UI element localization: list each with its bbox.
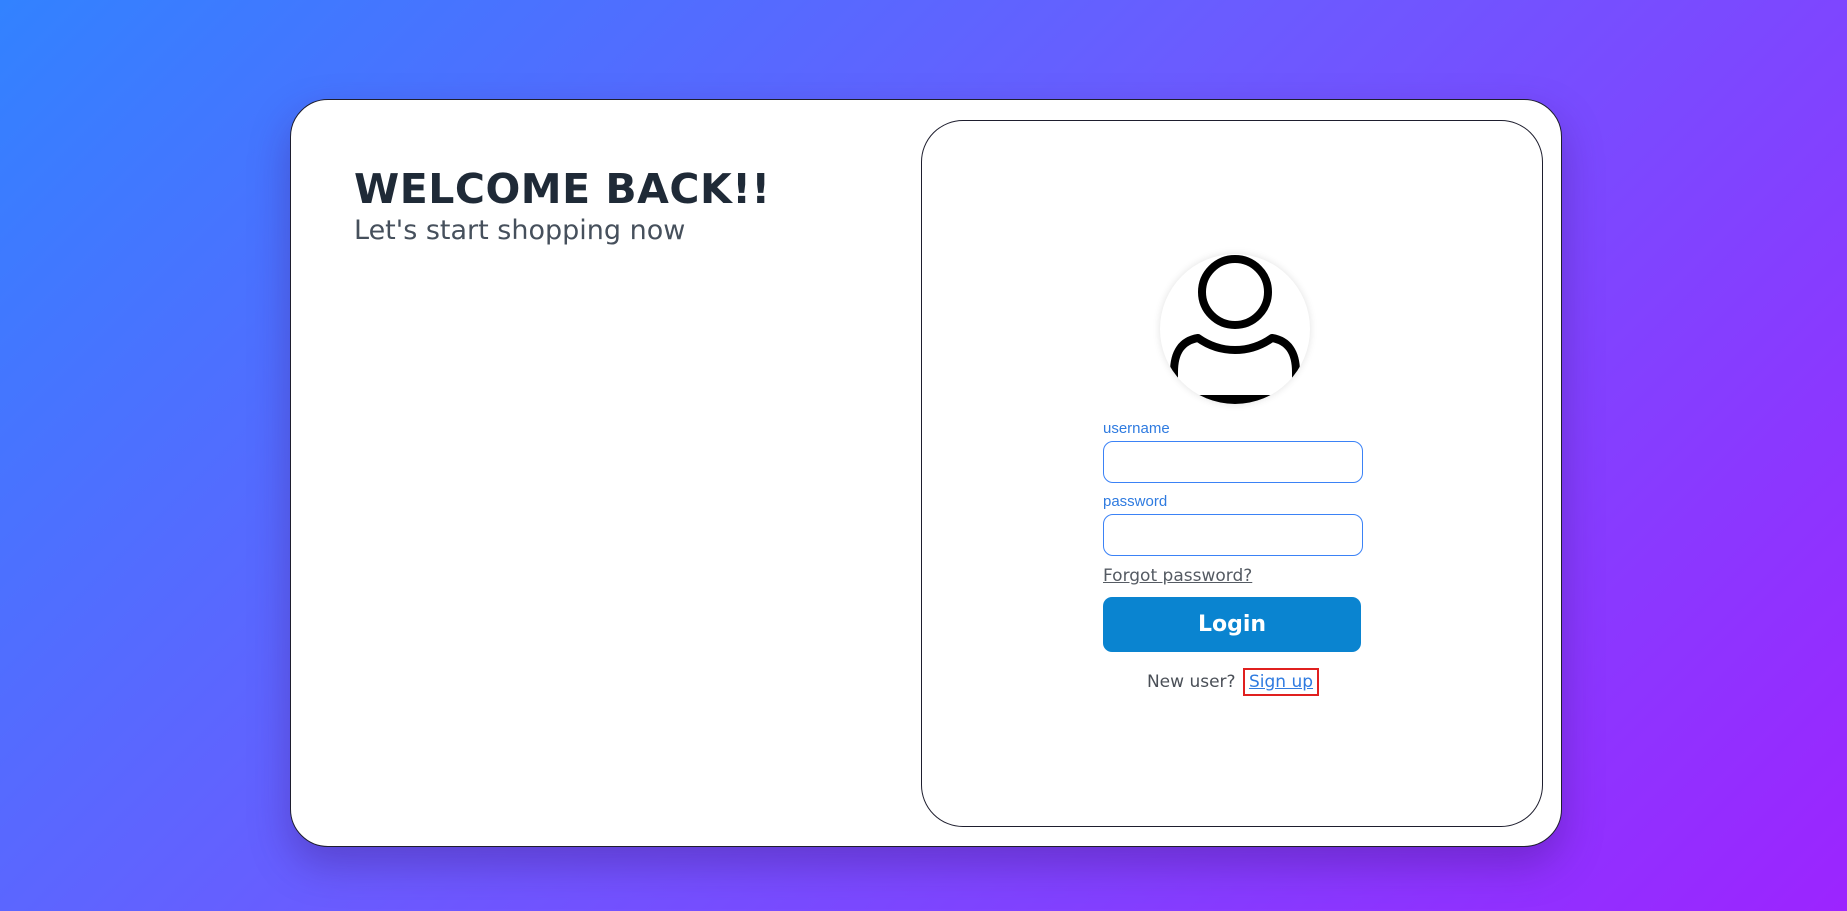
forgot-password-link[interactable]: Forgot password? — [1103, 566, 1252, 586]
user-icon — [1160, 254, 1310, 404]
welcome-title: WELCOME BACK!! — [354, 165, 771, 213]
username-input[interactable] — [1103, 441, 1363, 483]
signup-link[interactable]: Sign up — [1242, 668, 1320, 696]
new-user-text: New user? — [1146, 672, 1236, 692]
login-card: WELCOME BACK!! Let's start shopping now … — [290, 99, 1562, 847]
welcome-section: WELCOME BACK!! Let's start shopping now — [354, 165, 771, 248]
username-label: username — [1103, 420, 1170, 437]
login-button[interactable]: Login — [1103, 597, 1361, 652]
login-panel: username password Forgot password? Login… — [921, 120, 1543, 827]
password-input[interactable] — [1103, 514, 1363, 556]
login-form: username password Forgot password? Login… — [1103, 420, 1363, 696]
password-label: password — [1103, 493, 1168, 510]
welcome-subtitle: Let's start shopping now — [354, 215, 686, 247]
signup-row: New user? Sign up — [1103, 668, 1363, 696]
